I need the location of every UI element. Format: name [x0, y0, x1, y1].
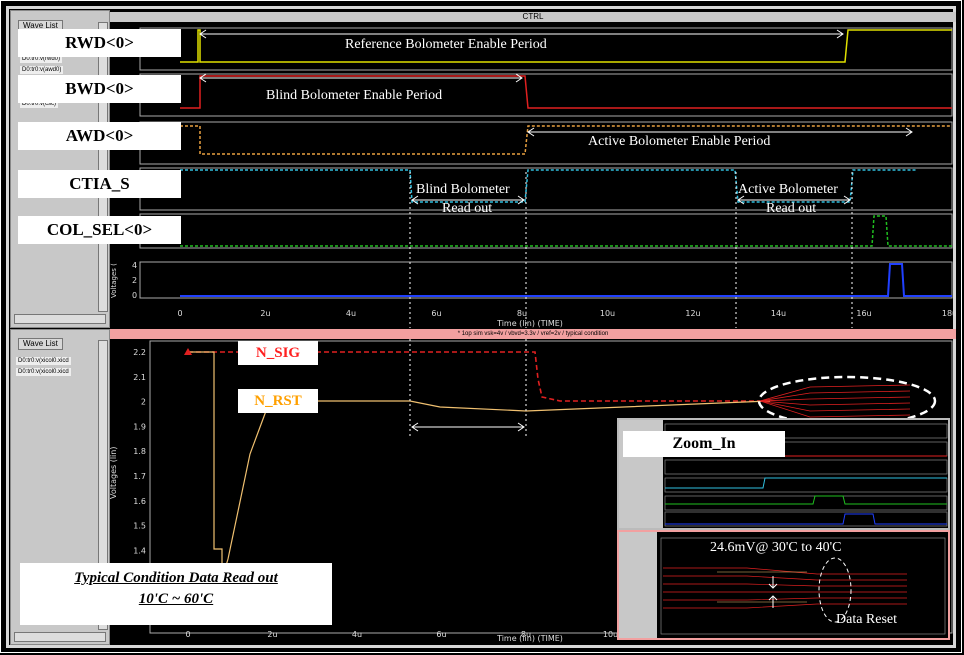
last-y-tick-0: 0: [132, 291, 137, 300]
n-sig-label-box: N_SIG: [238, 341, 318, 365]
colsel-plot-box: [139, 213, 953, 249]
top-x-tick: 16u: [856, 309, 871, 318]
bottom-wave-list-item-1[interactable]: D0:tr0:v(xicol0.xicd: [16, 357, 71, 365]
bottom-y-tick: 2.1: [133, 373, 146, 382]
bottom-y-tick: 1.9: [133, 422, 146, 431]
active-enable-annotation: Active Bolometer Enable Period: [588, 134, 771, 149]
bottom-x-tick: 2u: [267, 630, 277, 639]
top-panel-title: CTRL: [110, 12, 956, 22]
n-sig-fan: [759, 384, 911, 418]
top-x-tick: 6u: [431, 309, 441, 318]
bwd-label: BWD<0>: [18, 75, 181, 103]
top-x-tick: 10u: [600, 309, 615, 318]
awd-label: AWD<0>: [18, 122, 181, 150]
bottom-y-tick: 1.8: [133, 447, 146, 456]
blue-trace: [180, 263, 952, 297]
bottom-x-label: Time (lin) (TIME): [496, 634, 563, 643]
blind-enable-annotation: Blind Bolometer Enable Period: [266, 88, 443, 103]
n-rst-label-box: N_RST: [238, 389, 318, 413]
bottom-x-tick: 10u: [603, 630, 618, 639]
top-y-label: Voltages (: [110, 263, 118, 298]
top-x-tick: 12u: [685, 309, 700, 318]
bottom-panel-title: * 1op sim vsk=4v / vbvd=3.3v / vref=2v /…: [110, 329, 956, 339]
last-y-tick-4: 4: [132, 261, 137, 270]
bottom-wave-list-item-2[interactable]: D0:tr0:v(xicol0.xicd: [16, 368, 71, 376]
top-x-tick: 18u: [942, 309, 956, 318]
n-rst-label: N_RST: [254, 393, 302, 409]
top-horizontal-scrollbar[interactable]: [14, 314, 106, 324]
zoom-in-label: Zoom_In: [623, 431, 785, 457]
rwd-trace: [180, 29, 952, 63]
bwd-plot-box: [139, 73, 953, 117]
top-x-label: Time (lin) (TIME): [496, 319, 563, 328]
caption-line-1: Typical Condition Data Read out: [74, 570, 278, 586]
colsel-trace: [180, 215, 952, 247]
bottom-wave-list-button[interactable]: Wave List: [18, 338, 63, 350]
bottom-y-tick: 1.4: [133, 546, 146, 555]
n-sig-label: N_SIG: [255, 345, 301, 361]
ref-enable-annotation: Reference Bolometer Enable Period: [345, 37, 547, 52]
bottom-x-tick: 4u: [352, 630, 362, 639]
bottom-y-tick: 2: [141, 398, 146, 407]
awd-plot-box: [139, 121, 953, 165]
top-x-tick: 2u: [260, 309, 270, 318]
caption-box: Typical Condition Data Read out 10'C ~ 6…: [20, 563, 332, 625]
top-x-tick: 0: [177, 309, 182, 318]
last-y-tick-2: 2: [132, 276, 137, 285]
top-x-tick: 8u: [517, 309, 527, 318]
bottom-y-label: Voltages (lin): [110, 447, 118, 499]
bottom-y-tick: 2.2: [133, 348, 146, 357]
rwd-label: RWD<0>: [18, 29, 181, 57]
bottom-y-tick: 1.7: [133, 472, 146, 481]
bottom-y-tick: 1.6: [133, 497, 146, 506]
top-wave-list-item-2[interactable]: D0:tr0:v(awd0): [20, 66, 64, 74]
active-readout-annotation-2: Read out: [766, 201, 817, 216]
bottom-horizontal-scrollbar[interactable]: [14, 632, 106, 642]
inset-annotation: 24.6mV@ 30'C to 40'C: [710, 540, 842, 555]
bottom-readout-arrow: [411, 422, 525, 432]
active-readout-annotation-1: Active Bolometer: [738, 182, 838, 197]
bottom-x-tick: 6u: [436, 630, 446, 639]
top-vertical-scrollbar[interactable]: [98, 22, 108, 312]
top-x-tick: 14u: [771, 309, 786, 318]
bottom-y-tick: 1.5: [133, 522, 146, 531]
blind-readout-annotation-1: Blind Bolometer: [416, 182, 510, 197]
blind-readout-annotation-2: Read out: [442, 201, 493, 216]
caption-line-2: 10'C ~ 60'C: [138, 591, 214, 607]
ctia-label: CTIA_S: [18, 170, 181, 198]
data-reset-label: Data Reset: [836, 612, 898, 627]
top-waveform-area: 4 2 0 Voltages ( 0 2u 4u 6u 8u 10u 12u 14u 16u 18…: [110, 27, 956, 328]
awd-trace: [180, 125, 952, 155]
last-plot-box: [139, 261, 953, 299]
colsel-label: COL_SEL<0>: [18, 216, 181, 244]
top-x-tick: 4u: [346, 309, 356, 318]
bottom-x-tick: 0: [185, 630, 190, 639]
